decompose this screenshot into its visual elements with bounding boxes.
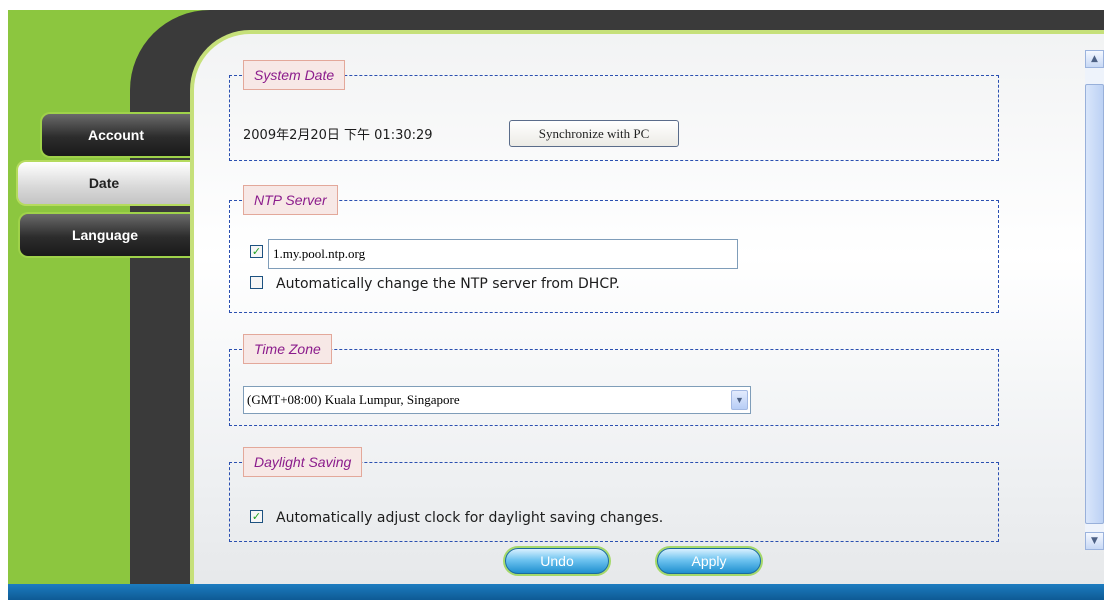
daylight-label: Automatically adjust clock for daylight … — [276, 510, 664, 526]
scroll-thumb[interactable] — [1085, 84, 1104, 524]
undo-button[interactable]: Undo — [505, 548, 609, 574]
synchronize-button[interactable]: Synchronize with PC — [509, 120, 679, 147]
ntp-server-input[interactable]: 1.my.pool.ntp.org — [268, 239, 738, 269]
chevron-down-icon[interactable]: ▼ — [731, 390, 748, 410]
scroll-up-icon[interactable]: ▲ — [1085, 50, 1104, 68]
time-zone-value: (GMT+08:00) Kuala Lumpur, Singapore — [247, 392, 460, 407]
ntp-server-fieldset: NTP Server ✓ 1.my.pool.ntp.org Automatic… — [229, 185, 999, 313]
ntp-dhcp-label: Automatically change the NTP server from… — [276, 276, 620, 292]
time-zone-fieldset: Time Zone (GMT+08:00) Kuala Lumpur, Sing… — [229, 334, 999, 426]
ntp-dhcp-checkbox[interactable] — [250, 276, 263, 289]
ntp-server-legend: NTP Server — [243, 185, 338, 215]
tab-account-label: Account — [88, 127, 144, 143]
apply-button[interactable]: Apply — [657, 548, 761, 574]
tab-account[interactable]: Account — [40, 112, 190, 158]
system-date-fieldset: System Date 2009年2月20日 下午 01:30:29 Synch… — [229, 60, 999, 161]
time-zone-legend: Time Zone — [243, 334, 332, 364]
system-date-legend: System Date — [243, 60, 346, 90]
tab-date[interactable]: Date — [16, 160, 190, 206]
ntp-enable-checkbox[interactable]: ✓ — [250, 245, 263, 258]
tab-language-label: Language — [71, 227, 139, 243]
tab-language[interactable]: Language — [18, 212, 190, 258]
tab-date-label: Date — [88, 175, 120, 191]
system-date-value: 2009年2月20日 下午 01:30:29 — [243, 128, 433, 143]
scroll-down-icon[interactable]: ▼ — [1085, 532, 1104, 550]
vertical-scrollbar[interactable]: ▲ ▼ — [1085, 50, 1104, 550]
time-zone-select[interactable]: (GMT+08:00) Kuala Lumpur, Singapore ▼ — [243, 386, 751, 414]
daylight-checkbox[interactable]: ✓ — [250, 510, 263, 523]
daylight-saving-fieldset: Daylight Saving ✓ Automatically adjust c… — [229, 447, 999, 542]
daylight-saving-legend: Daylight Saving — [243, 447, 363, 477]
footer-bar — [8, 584, 1104, 600]
